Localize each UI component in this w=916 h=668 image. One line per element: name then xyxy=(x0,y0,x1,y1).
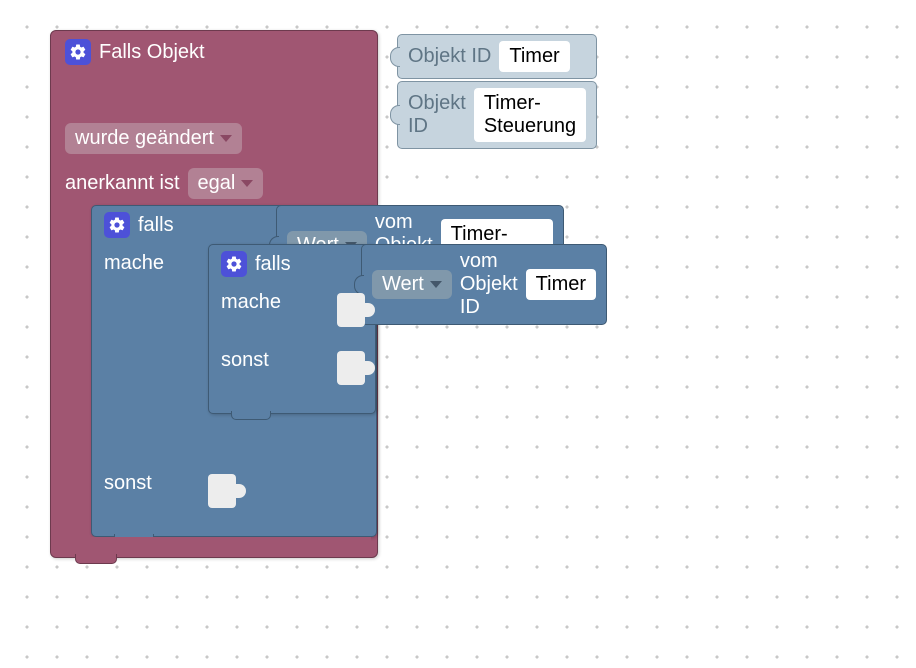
object-id-field[interactable]: Timer xyxy=(526,269,596,300)
ack-label: anerkannt ist xyxy=(65,172,180,195)
if-else-block-inner[interactable]: falls Wert vom Objekt ID xyxy=(208,244,376,414)
event-title: Falls Objekt xyxy=(99,41,205,64)
blockly-workspace[interactable]: Falls Objekt wurde geändert anerkannt is… xyxy=(0,0,916,668)
object-id-field[interactable]: Timer xyxy=(499,41,569,72)
falls-label: falls xyxy=(138,214,174,237)
object-id-label: Objekt ID xyxy=(408,92,466,138)
chevron-down-icon xyxy=(430,281,442,288)
mache-label-outer: mache xyxy=(92,244,208,288)
wert-dropdown[interactable]: Wert xyxy=(372,270,452,299)
sonst-label-outer: sonst xyxy=(92,464,208,508)
sonst-text: sonst xyxy=(104,472,152,495)
empty-slot[interactable] xyxy=(337,283,375,341)
object-id-block[interactable]: Objekt ID Timer xyxy=(397,34,597,79)
wert-dropdown-label: Wert xyxy=(382,273,424,296)
sonst-label-inner: sonst xyxy=(209,341,337,385)
ack-dropdown-label: egal xyxy=(198,172,236,195)
object-id-label: Objekt ID xyxy=(408,45,491,68)
sonst-text: sonst xyxy=(221,349,269,372)
get-value-block[interactable]: Wert vom Objekt ID Timer xyxy=(361,244,607,325)
condition-dropdown[interactable]: wurde geändert xyxy=(65,123,242,154)
condition-dropdown-label: wurde geändert xyxy=(75,127,214,150)
empty-slot[interactable] xyxy=(208,464,246,522)
object-id-field[interactable]: Timer-Steuerung xyxy=(474,88,586,142)
mache-text: mache xyxy=(221,291,281,314)
gear-icon[interactable] xyxy=(65,39,91,65)
chevron-down-icon xyxy=(241,180,253,187)
ack-dropdown[interactable]: egal xyxy=(188,168,264,199)
vom-label: vom Objekt ID xyxy=(460,250,518,319)
empty-slot[interactable] xyxy=(337,341,375,399)
mache-text: mache xyxy=(104,252,164,275)
gear-icon[interactable] xyxy=(221,251,247,277)
object-id-block[interactable]: Objekt ID Timer-Steuerung xyxy=(397,81,597,149)
chevron-down-icon xyxy=(220,135,232,142)
falls-label: falls xyxy=(255,253,291,276)
if-else-block-outer[interactable]: falls Wert vom Objekt ID Timer-Steuerung xyxy=(91,205,377,537)
gear-icon[interactable] xyxy=(104,212,130,238)
event-trigger-block[interactable]: Falls Objekt wurde geändert anerkannt is… xyxy=(50,30,378,558)
mache-label-inner: mache xyxy=(209,283,337,327)
